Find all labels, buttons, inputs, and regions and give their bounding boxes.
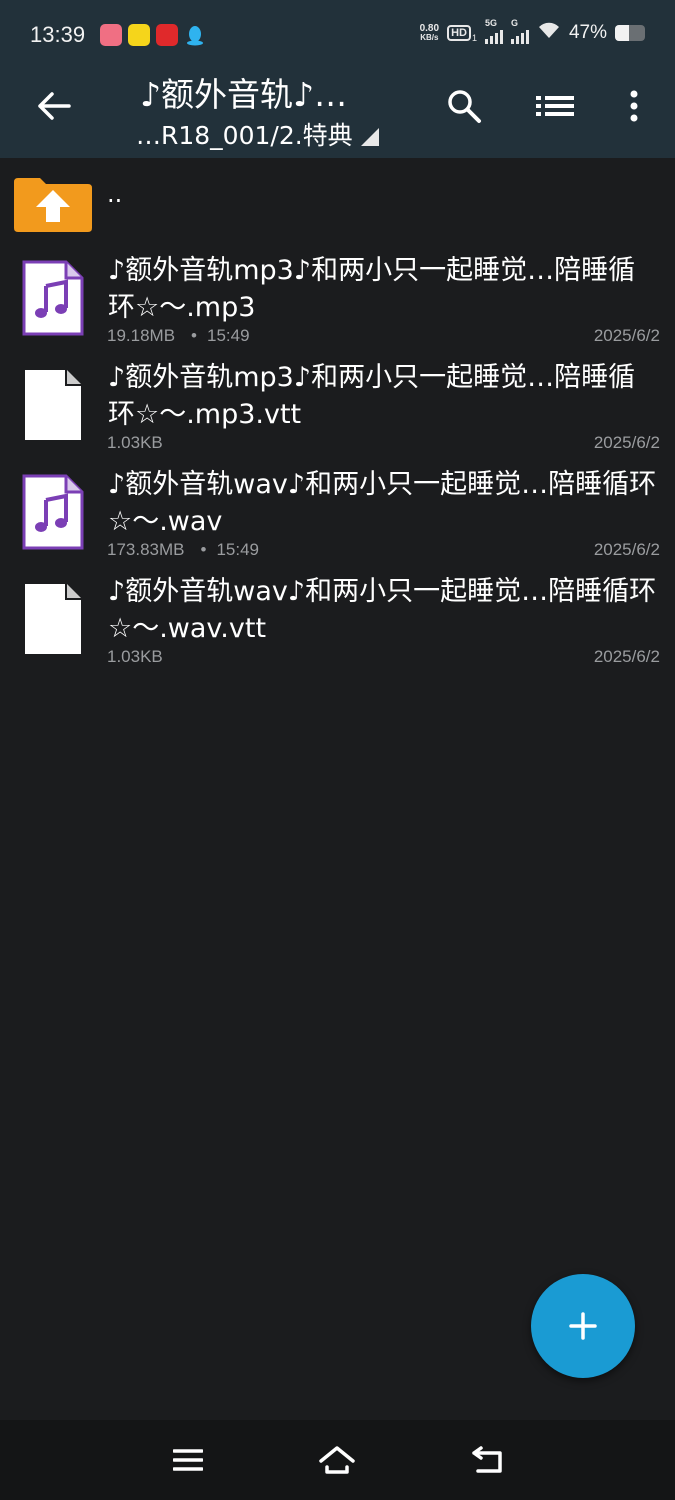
text-file-icon — [22, 367, 84, 443]
hd-sub: 1 — [471, 32, 477, 43]
plus-icon — [569, 1312, 597, 1340]
add-button[interactable] — [531, 1274, 635, 1378]
file-row[interactable]: ♪额外音轨wav♪和两小只一起睡觉…陪睡循环☆～.wav.vtt 1.03KB 20… — [0, 573, 675, 680]
more-vert-icon[interactable] — [608, 80, 660, 132]
menu-icon[interactable] — [164, 1438, 212, 1482]
signal-5g-icon: 5G — [484, 18, 503, 44]
text-file-icon — [22, 581, 84, 657]
status-right: 0.80 KB/s HD 1 5G G 47% — [419, 18, 645, 45]
file-row[interactable]: ♪额外音轨wav♪和两小只一起睡觉…陪睡循环☆～.wav 173.83MB • 15:… — [0, 466, 675, 573]
folder-up-icon — [14, 176, 92, 232]
net-speed: 0.80 KB/s — [419, 22, 440, 42]
file-name: ♪额外音轨wav♪和两小只一起睡觉…陪睡循环☆～.wav.vtt — [108, 576, 657, 644]
file-meta: 19.18MB • 15:49 — [107, 326, 250, 346]
signal-g-icon: G — [510, 18, 529, 44]
file-date: 2025/6/2 — [593, 326, 660, 345]
file-size: 1.03KB — [107, 647, 163, 666]
battery-percent: 47% — [568, 21, 607, 43]
list-view-icon[interactable] — [529, 80, 581, 132]
page-title[interactable]: ♪额外音轨♪… — [140, 68, 347, 116]
file-time: 15:49 — [207, 326, 250, 345]
wifi-icon — [537, 20, 561, 45]
file-size: 1.03KB — [107, 433, 163, 452]
status-bar: 13:39 0.80 KB/s HD 1 5G G 47% — [0, 0, 675, 68]
net-speed-value: 0.80 — [419, 22, 440, 34]
parent-directory-row[interactable]: .. — [0, 158, 675, 238]
meta-separator: • — [200, 540, 207, 559]
app-header: 13:39 0.80 KB/s HD 1 5G G 47% ♪额外音轨♪… …R… — [0, 0, 675, 158]
hd-badge: HD — [447, 24, 471, 41]
toolbar: ♪额外音轨♪… …R18_001/2.特典 — [0, 68, 675, 158]
file-meta: 1.03KB — [107, 433, 163, 453]
file-date: 2025/6/2 — [593, 540, 660, 559]
back-arrow-icon[interactable] — [28, 80, 80, 132]
file-name: ♪额外音轨mp3♪和两小只一起睡觉…陪睡循环☆～.mp3 — [108, 255, 636, 323]
net-speed-unit: KB/s — [420, 32, 439, 42]
app-notification-icon — [100, 24, 122, 46]
file-name: ♪额外音轨mp3♪和两小只一起睡觉…陪睡循环☆～.mp3.vtt — [108, 362, 636, 430]
file-row[interactable]: ♪额外音轨mp3♪和两小只一起睡觉…陪睡循环☆～.mp3.vtt 1.03KB 20… — [0, 359, 675, 466]
back-icon[interactable] — [464, 1438, 512, 1482]
status-time: 13:39 — [30, 22, 86, 47]
audio-file-icon — [22, 474, 84, 550]
battery-icon — [615, 24, 645, 41]
file-size: 19.18MB — [107, 326, 176, 345]
dropdown-triangle-icon — [360, 128, 379, 146]
app-notification-icon — [128, 24, 150, 46]
file-date: 2025/6/2 — [593, 647, 660, 666]
file-meta: 1.03KB — [107, 647, 163, 667]
current-path: …R18_001/2.特典 — [136, 121, 353, 150]
qq-notification-icon — [184, 24, 206, 46]
file-time: 15:49 — [216, 540, 259, 559]
file-row[interactable]: ♪额外音轨mp3♪和两小只一起睡觉…陪睡循环☆～.mp3 19.18MB • 15:4… — [0, 252, 675, 359]
file-meta: 173.83MB • 15:49 — [107, 540, 259, 560]
signal-g-label: G — [510, 17, 518, 28]
notification-icons — [100, 24, 206, 46]
audio-file-icon — [22, 260, 84, 336]
file-date: 2025/6/2 — [593, 433, 660, 452]
parent-directory-label: .. — [107, 180, 123, 208]
file-name: ♪额外音轨wav♪和两小只一起睡觉…陪睡循环☆～.wav — [108, 469, 657, 537]
meta-separator: • — [191, 326, 197, 345]
file-size: 173.83MB — [107, 540, 185, 559]
path-dropdown[interactable]: …R18_001/2.特典 — [136, 116, 379, 152]
app-notification-icon — [156, 24, 178, 46]
system-nav-bar — [0, 1420, 675, 1500]
signal-5g-label: 5G — [484, 17, 497, 28]
search-icon[interactable] — [438, 80, 490, 132]
home-icon[interactable] — [313, 1438, 361, 1482]
